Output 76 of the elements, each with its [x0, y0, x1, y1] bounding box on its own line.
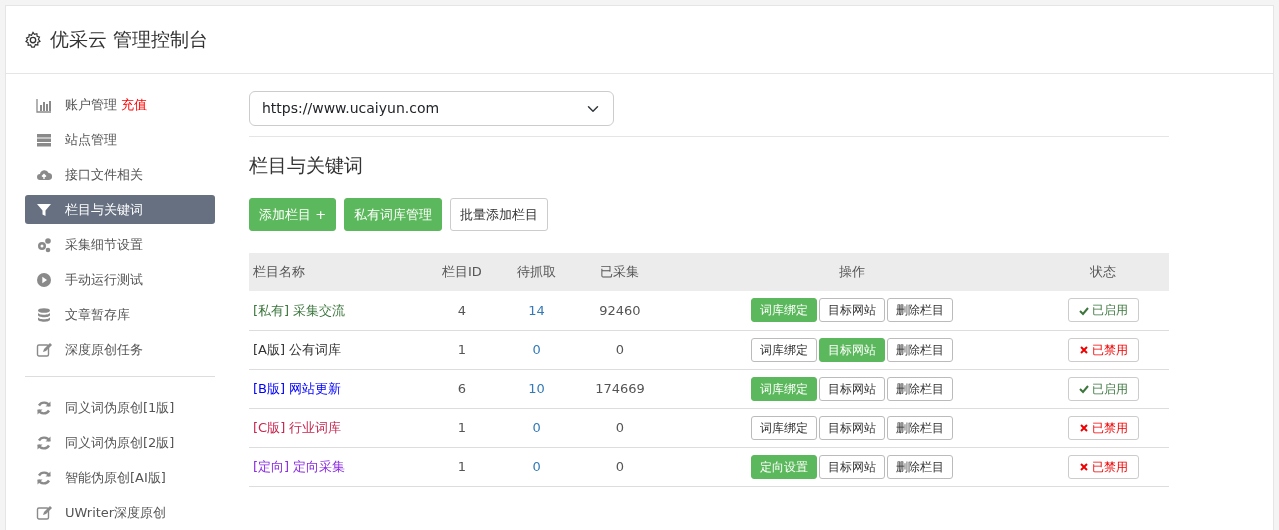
- gears-icon: [36, 236, 52, 253]
- status-button[interactable]: 已启用: [1067, 376, 1139, 401]
- status-button[interactable]: 已禁用: [1067, 337, 1139, 362]
- collected-count: 92460: [599, 302, 641, 318]
- settings-icon: [24, 30, 42, 49]
- collected-count: 0: [615, 458, 625, 474]
- column-id: 1: [457, 341, 467, 357]
- sidebar-item[interactable]: 手动运行测试: [25, 265, 215, 294]
- pending-count: 0: [532, 458, 541, 474]
- server-icon: [36, 131, 52, 148]
- edit-icon: [36, 341, 52, 358]
- toolbar-button[interactable]: 批量添加栏目: [450, 197, 549, 231]
- sidebar-item[interactable]: 智能伪原创[AI版]: [25, 463, 215, 492]
- sidebar-item[interactable]: 接口文件相关: [25, 160, 215, 189]
- section-title: 栏目与关键词: [249, 153, 364, 178]
- pending-count: 0: [532, 419, 541, 435]
- action-button[interactable]: 目标网站: [818, 454, 885, 479]
- action-button[interactable]: 删除栏目: [886, 415, 953, 440]
- collected-count: 0: [615, 341, 625, 357]
- pending-count: 14: [528, 302, 545, 318]
- refresh-icon: [36, 469, 52, 486]
- collected-count: 0: [615, 419, 625, 435]
- column-id: 1: [457, 419, 467, 435]
- action-button[interactable]: 词库绑定: [750, 415, 817, 440]
- column-name[interactable]: [定向] 定向采集: [253, 458, 346, 474]
- filter-icon: [36, 201, 52, 218]
- column-header: 操作: [838, 264, 865, 280]
- edit-icon: [36, 504, 52, 521]
- sidebar-item[interactable]: 同义词伪原创[1版]: [25, 393, 215, 422]
- action-button[interactable]: 删除栏目: [886, 454, 953, 479]
- refresh-icon: [36, 434, 52, 451]
- action-button[interactable]: 词库绑定: [750, 337, 817, 362]
- refresh-icon: [36, 399, 52, 416]
- status-button[interactable]: 已禁用: [1067, 454, 1139, 479]
- cross-icon: [1078, 345, 1089, 355]
- status-button[interactable]: 已启用: [1067, 298, 1139, 323]
- play-icon: [36, 271, 52, 288]
- site-select[interactable]: https://www.ucaiyun.com: [249, 91, 614, 126]
- column-id: 6: [457, 380, 467, 396]
- action-button[interactable]: 删除栏目: [886, 337, 953, 362]
- check-icon: [1078, 305, 1089, 316]
- pending-count: 0: [532, 341, 541, 357]
- column-header: 状态: [1090, 264, 1117, 280]
- column-name[interactable]: [A版] 公有词库: [253, 341, 342, 357]
- sidebar-item[interactable]: 同义词伪原创[2版]: [25, 428, 215, 457]
- pending-count: 10: [528, 380, 545, 396]
- column-id: 1: [457, 458, 467, 474]
- action-button[interactable]: 删除栏目: [886, 298, 953, 323]
- action-button[interactable]: 目标网站: [818, 298, 885, 323]
- status-button[interactable]: 已禁用: [1067, 415, 1139, 440]
- column-name[interactable]: [私有] 采集交流: [253, 302, 346, 318]
- column-header: 栏目ID: [442, 264, 482, 280]
- recharge-link[interactable]: 充值: [121, 94, 147, 115]
- chart-icon: [36, 96, 52, 113]
- sidebar-item[interactable]: 深度原创任务: [25, 335, 215, 364]
- action-button[interactable]: 删除栏目: [886, 376, 953, 401]
- column-header: 待抓取: [517, 264, 557, 280]
- collected-count: 174669: [595, 380, 645, 396]
- action-button[interactable]: 目标网站: [818, 376, 885, 401]
- sidebar-item[interactable]: 站点管理: [25, 125, 215, 154]
- check-icon: [1078, 384, 1089, 394]
- app-title: 优采云 管理控制台: [50, 27, 209, 53]
- sidebar-item[interactable]: 栏目与关键词: [25, 195, 215, 224]
- sidebar-item[interactable]: UWriter深度原创: [25, 498, 215, 527]
- column-header: 已采集: [600, 264, 640, 280]
- sidebar-item[interactable]: 文章暂存库: [25, 300, 215, 329]
- cross-icon: [1078, 423, 1089, 433]
- sidebar-item[interactable]: 采集细节设置: [25, 230, 215, 259]
- action-button[interactable]: 目标网站: [818, 415, 885, 440]
- column-name[interactable]: [C版] 行业词库: [253, 419, 342, 435]
- column-header: 栏目名称: [253, 264, 305, 280]
- column-id: 4: [457, 302, 467, 318]
- cross-icon: [1078, 462, 1089, 472]
- database-icon: [36, 306, 52, 323]
- sidebar-item[interactable]: 账户管理 充值: [25, 90, 215, 119]
- column-name[interactable]: [B版] 网站更新: [253, 380, 342, 396]
